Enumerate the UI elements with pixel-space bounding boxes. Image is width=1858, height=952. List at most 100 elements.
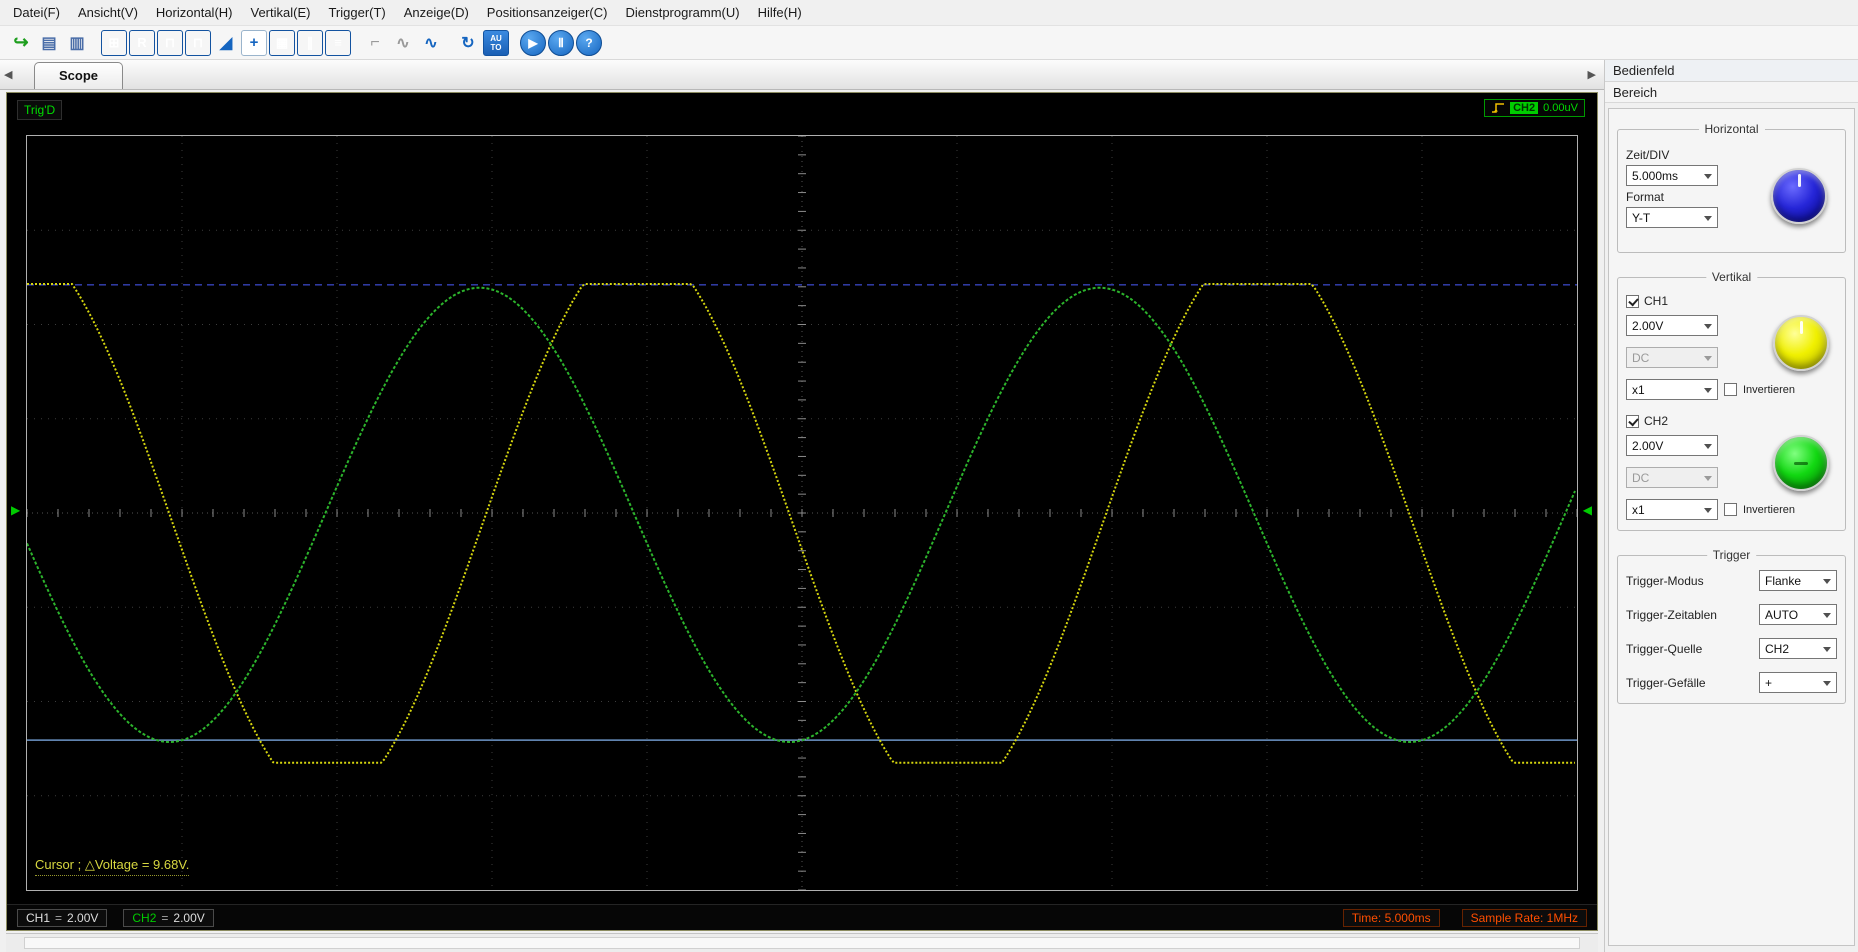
trigger-source-badge: CH2 bbox=[1510, 101, 1539, 114]
trigger-group-legend: Trigger bbox=[1706, 548, 1757, 562]
ch1-waveform bbox=[27, 282, 1575, 764]
tab-scope[interactable]: Scope bbox=[34, 61, 124, 89]
timebase-readout: Time: 5.000ms bbox=[1342, 908, 1440, 927]
waveform-pulse-icon[interactable]: ⊓ bbox=[157, 29, 183, 56]
horizontal-cursors-icon[interactable]: ≡ bbox=[325, 29, 351, 56]
vertikal-group: Vertikal CH1 2.00V DC x1 Invertieren CH2… bbox=[1617, 270, 1846, 531]
menu-vertikal[interactable]: Vertikal(E) bbox=[242, 1, 320, 24]
ch1-readout: CH1 = 2.00V bbox=[17, 908, 108, 927]
panel-setup-icon[interactable]: ⊞ bbox=[101, 29, 127, 56]
menu-hilfe[interactable]: Hilfe(H) bbox=[749, 1, 811, 24]
ch2-invert-label: Invertieren bbox=[1743, 503, 1795, 516]
ch2-probe-select[interactable]: x1 bbox=[1626, 499, 1718, 520]
trigger-zeitablen-label: Trigger-Zeitablen bbox=[1626, 607, 1717, 622]
save-icon[interactable]: ▤ bbox=[36, 30, 62, 56]
pause-icon[interactable]: Ⅱ bbox=[548, 29, 574, 56]
ch2-readout: CH2 = 2.00V bbox=[123, 908, 214, 927]
zeit-div-select[interactable]: 5.000ms bbox=[1626, 165, 1718, 186]
waveform-display[interactable] bbox=[26, 135, 1578, 891]
trigger-modus-label: Trigger-Modus bbox=[1626, 573, 1704, 588]
trigger-gefaelle-select[interactable]: + bbox=[1759, 672, 1837, 693]
ch2-label: CH2 bbox=[132, 910, 157, 925]
menu-trigger[interactable]: Trigger(T) bbox=[319, 1, 394, 24]
horizontal-group-legend: Horizontal bbox=[1698, 122, 1765, 136]
trigger-edge-icon bbox=[1492, 103, 1505, 113]
cursor-tool-icon[interactable]: + bbox=[241, 29, 267, 56]
open-file-icon[interactable]: ↪ bbox=[8, 30, 34, 56]
ch1-coupling-icon: = bbox=[55, 910, 63, 925]
horizontal-scrollbar[interactable] bbox=[24, 937, 1580, 949]
ch2-coupling-icon: = bbox=[161, 910, 169, 925]
vertical-cursors-icon[interactable]: ∥ bbox=[297, 29, 323, 56]
sine-wave-gray-icon[interactable]: ∿ bbox=[390, 30, 416, 56]
trigger-quelle-label: Trigger-Quelle bbox=[1626, 641, 1703, 656]
app-window: Datei(F) Ansicht(V) Horizontal(H) Vertik… bbox=[0, 0, 1858, 952]
zeit-div-label: Zeit/DIV bbox=[1626, 148, 1670, 162]
ch1-coupling-select[interactable]: DC bbox=[1626, 347, 1718, 368]
ch2-waveform bbox=[26, 286, 1576, 743]
ch1-position-knob[interactable] bbox=[1773, 315, 1829, 371]
trigger-modus-select[interactable]: Flanke bbox=[1759, 570, 1837, 591]
ch1-scale-select[interactable]: 2.00V bbox=[1626, 315, 1718, 336]
ch1-probe-select[interactable]: x1 bbox=[1626, 379, 1718, 400]
grid-display-icon[interactable]: ▦ bbox=[269, 29, 295, 56]
trigger-group: Trigger Trigger-Modus Flanke Trigger-Zei… bbox=[1617, 548, 1846, 704]
menu-datei[interactable]: Datei(F) bbox=[4, 1, 69, 24]
ch1-scale-value: 2.00V bbox=[67, 910, 99, 925]
trigger-zeitablen-select[interactable]: AUTO bbox=[1759, 604, 1837, 625]
tab-bar: ◀ Scope ▶ bbox=[0, 60, 1604, 90]
panel-section: Bereich bbox=[1605, 82, 1858, 103]
ch2-scale-select[interactable]: 2.00V bbox=[1626, 435, 1718, 456]
tab-scroll-right-icon[interactable]: ▶ bbox=[1588, 68, 1596, 81]
horizontal-group: Horizontal Zeit/DIV 5.000ms Format Y-T bbox=[1617, 122, 1846, 253]
ch1-invert-label: Invertieren bbox=[1743, 383, 1795, 396]
control-panel: Bedienfeld Bereich Horizontal Zeit/DIV 5… bbox=[1604, 60, 1858, 952]
trigger-level-value: 0.00uV bbox=[1543, 101, 1578, 114]
sample-rate-readout: Sample Rate: 1MHz bbox=[1461, 908, 1587, 927]
ch2-ground-marker-right[interactable]: ◀ bbox=[1583, 504, 1592, 516]
format-label: Format bbox=[1626, 190, 1665, 204]
ch2-enable-checkbox[interactable] bbox=[1626, 414, 1639, 428]
menu-bar: Datei(F) Ansicht(V) Horizontal(H) Vertik… bbox=[0, 0, 1858, 26]
menu-positionsanzeiger[interactable]: Positionsanzeiger(C) bbox=[478, 1, 617, 24]
trigger-status-badge: Trig'D bbox=[17, 99, 63, 120]
ch2-ground-marker-left[interactable]: ▶ bbox=[11, 504, 20, 516]
toolbar: ↪ ▤ ▥ ⊞ R ⊓ ⊓ ◢ + ▦ ∥ ≡ ⌐ ∿ ∿ ↻ AU TO ▶ … bbox=[0, 26, 1858, 60]
menu-anzeige[interactable]: Anzeige(D) bbox=[395, 1, 478, 24]
menu-horizontal[interactable]: Horizontal(H) bbox=[147, 1, 242, 24]
bottom-strip bbox=[6, 933, 1598, 952]
help-icon[interactable]: ? bbox=[576, 29, 602, 56]
waveform-plot-area[interactable]: Cursor ; △Voltage = 9.68V. bbox=[26, 134, 1578, 891]
scope-status-bar: CH1 = 2.00V CH2 = 2.00V Time: 5.000ms Sa… bbox=[7, 904, 1597, 930]
sine-wave-icon[interactable]: ∿ bbox=[418, 30, 444, 56]
cursor-delta-readout: Cursor ; △Voltage = 9.68V. bbox=[35, 857, 190, 876]
ch1-checkbox-label: CH1 bbox=[1644, 294, 1669, 308]
ch2-position-knob[interactable] bbox=[1773, 435, 1829, 491]
ch2-checkbox-label: CH2 bbox=[1644, 414, 1669, 428]
menu-ansicht[interactable]: Ansicht(V) bbox=[69, 1, 147, 24]
tab-scroll-left-icon[interactable]: ◀ bbox=[4, 68, 12, 81]
ch1-invert-checkbox[interactable] bbox=[1724, 383, 1737, 396]
ch2-coupling-select[interactable]: DC bbox=[1626, 467, 1718, 488]
waveform-pulse2-icon[interactable]: ⊓ bbox=[185, 29, 211, 56]
vertikal-group-legend: Vertikal bbox=[1705, 270, 1758, 284]
horizontal-position-knob[interactable] bbox=[1771, 168, 1827, 224]
run-icon[interactable]: ▶ bbox=[520, 29, 546, 56]
recall-icon[interactable]: R bbox=[129, 29, 155, 56]
ch1-label: CH1 bbox=[26, 910, 51, 925]
ch1-enable-checkbox[interactable] bbox=[1626, 294, 1639, 308]
autoset-icon[interactable]: AU TO bbox=[483, 29, 509, 56]
ch2-scale-value: 2.00V bbox=[173, 910, 205, 925]
panel-title: Bedienfeld bbox=[1605, 60, 1858, 82]
print-icon[interactable]: ▥ bbox=[64, 30, 90, 56]
scope-display: Trig'D CH2 0.00uV Cursor ; △Voltage = 9.… bbox=[6, 91, 1598, 931]
format-select[interactable]: Y-T bbox=[1626, 207, 1718, 228]
ramp-icon[interactable]: ◢ bbox=[213, 30, 239, 56]
refresh-icon[interactable]: ↻ bbox=[455, 30, 481, 56]
trigger-readout: CH2 0.00uV bbox=[1484, 98, 1585, 117]
trigger-gefaelle-label: Trigger-Gefälle bbox=[1626, 675, 1706, 690]
trigger-quelle-select[interactable]: CH2 bbox=[1759, 638, 1837, 659]
ch2-invert-checkbox[interactable] bbox=[1724, 503, 1737, 516]
step-wave-icon[interactable]: ⌐ bbox=[362, 30, 388, 56]
menu-dienstprogramm[interactable]: Dienstprogramm(U) bbox=[616, 1, 748, 24]
